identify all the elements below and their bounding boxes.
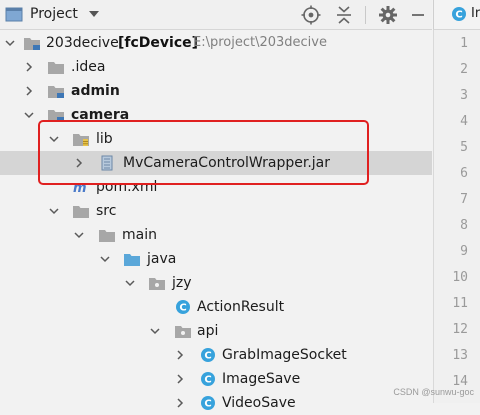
tree-item-video-save[interactable]: C VideoSave (0, 391, 432, 415)
chevron-right-icon[interactable] (23, 85, 35, 97)
jar-icon (101, 155, 113, 171)
chevron-down-icon[interactable] (149, 325, 161, 337)
tree-item-label: lib (96, 131, 113, 147)
target-icon[interactable] (300, 4, 322, 26)
line-number: 8 (460, 218, 468, 233)
package-icon (175, 326, 191, 338)
tree-item-label: jzy (172, 275, 192, 291)
tree-item-label: java (147, 251, 177, 267)
tree-item-root[interactable]: 203decive [fcDevice] E:\project\203deciv… (0, 31, 432, 55)
tree-item-label: main (122, 227, 157, 243)
gear-icon[interactable] (377, 4, 399, 26)
class-icon: C (452, 7, 466, 21)
tree-item-api[interactable]: api (0, 319, 432, 343)
tree-item-jar[interactable]: MvCameraControlWrapper.jar (0, 151, 432, 175)
folder-icon (48, 62, 64, 74)
class-icon: C (201, 372, 215, 386)
tree-item-label: MvCameraControlWrapper.jar (123, 155, 330, 171)
line-number: 6 (460, 166, 468, 181)
chevron-right-icon[interactable] (174, 349, 186, 361)
chevron-down-icon[interactable] (88, 9, 100, 19)
tree-item-label: .idea (71, 59, 106, 75)
line-number: 13 (452, 348, 468, 363)
chevron-down-icon[interactable] (124, 277, 136, 289)
tree-item-label: ImageSave (222, 371, 301, 387)
tree-item-lib[interactable]: lib (0, 127, 432, 151)
tree-item-image-save[interactable]: C ImageSave (0, 367, 432, 391)
collapse-all-icon[interactable] (333, 4, 355, 26)
chevron-down-icon[interactable] (73, 229, 85, 241)
svg-text:m: m (73, 181, 87, 195)
line-number: 1 (460, 36, 468, 51)
line-number: 2 (460, 62, 468, 77)
line-number: 5 (460, 140, 468, 155)
tree-item-main[interactable]: main (0, 223, 432, 247)
chevron-down-icon[interactable] (23, 109, 35, 121)
line-number: 10 (452, 270, 468, 285)
class-icon: C (201, 396, 215, 410)
project-path: E:\project\203decive (193, 35, 327, 50)
chevron-down-icon[interactable] (99, 253, 111, 265)
tree-item-action-result[interactable]: C ActionResult (0, 295, 432, 319)
tree-item-label: camera (71, 107, 130, 123)
project-toolbar: Project (0, 0, 432, 30)
chevron-down-icon[interactable] (4, 37, 16, 49)
tree-item-label: VideoSave (222, 395, 296, 411)
class-icon: C (176, 300, 190, 314)
folder-icon (73, 206, 89, 218)
chevron-right-icon[interactable] (73, 157, 85, 169)
tree-item-label: pom.xml (96, 179, 158, 195)
svg-text:C: C (204, 375, 211, 386)
module-name: [fcDevice] (118, 35, 199, 51)
chevron-right-icon[interactable] (23, 61, 35, 73)
module-folder-icon (24, 38, 40, 50)
line-number: 11 (452, 296, 468, 311)
tree-item-label: api (197, 323, 219, 339)
maven-icon: m (73, 181, 87, 195)
line-number: 4 (460, 114, 468, 129)
tree-item-jzy[interactable]: jzy (0, 271, 432, 295)
tree-item-label: GrabImageSocket (222, 347, 347, 363)
tree-item-label: admin (71, 83, 120, 99)
tree-item-java[interactable]: java (0, 247, 432, 271)
chevron-down-icon[interactable] (48, 205, 60, 217)
tree-item-label: ActionResult (197, 299, 285, 315)
svg-text:C: C (204, 351, 211, 362)
tree-item-src[interactable]: src (0, 199, 432, 223)
line-number-gutter: 1 2 3 4 5 6 7 8 9 10 11 12 13 14 (433, 30, 480, 403)
class-icon: C (201, 348, 215, 362)
module-folder-icon (48, 110, 64, 122)
minimize-icon[interactable] (407, 4, 429, 26)
chevron-right-icon[interactable] (174, 373, 186, 385)
project-icon (5, 7, 23, 22)
project-title[interactable]: Project (30, 6, 78, 22)
chevron-down-icon[interactable] (48, 133, 60, 145)
line-number: 9 (460, 244, 468, 259)
line-number: 12 (452, 322, 468, 337)
folder-icon (99, 230, 115, 242)
line-number: 7 (460, 192, 468, 207)
svg-text:C: C (455, 10, 462, 21)
root-label: 203decive (46, 35, 119, 51)
project-tree: 203decive [fcDevice] E:\project\203deciv… (0, 30, 432, 411)
module-folder-icon (48, 86, 64, 98)
tree-item-camera[interactable]: camera (0, 103, 432, 127)
tree-item-label: src (96, 203, 117, 219)
tree-item-grab-image-socket[interactable]: C GrabImageSocket (0, 343, 432, 367)
tree-item-admin[interactable]: admin (0, 79, 432, 103)
library-folder-icon (73, 134, 89, 146)
tree-item-pom[interactable]: m pom.xml (0, 175, 432, 199)
watermark: CSDN @sunwu-goc (393, 387, 474, 397)
tree-item-idea[interactable]: .idea (0, 55, 432, 79)
svg-text:C: C (204, 399, 211, 410)
editor-tab-label: Ir (471, 6, 480, 21)
line-number: 3 (460, 88, 468, 103)
toolbar-separator (365, 6, 366, 24)
package-icon (149, 278, 165, 290)
chevron-right-icon[interactable] (174, 397, 186, 409)
source-folder-icon (124, 254, 140, 266)
svg-text:C: C (179, 303, 186, 314)
